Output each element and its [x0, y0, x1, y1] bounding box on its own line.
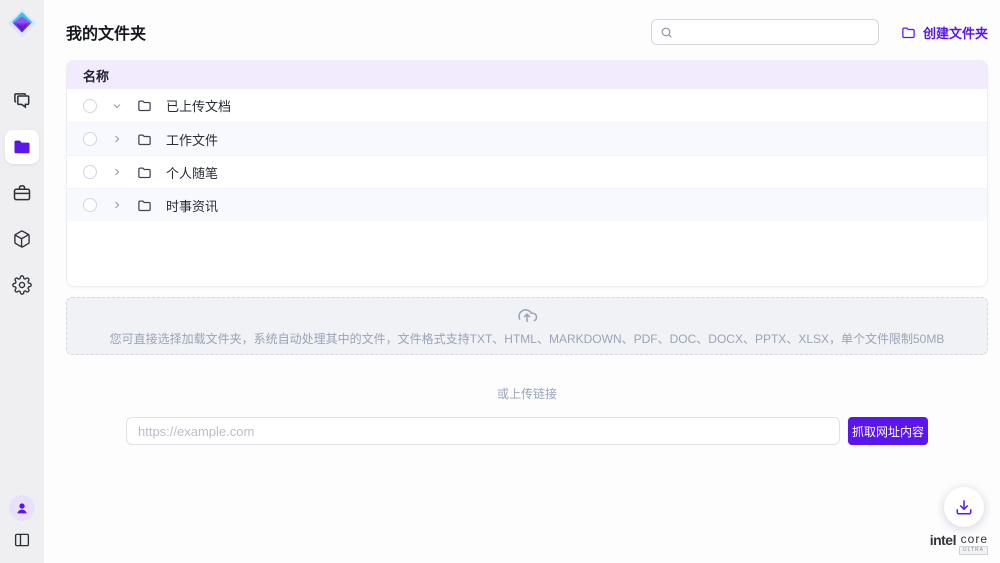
page-title: 我的文件夹: [66, 20, 146, 44]
upload-dropzone[interactable]: 您可直接选择加载文件夹，系统自动处理其中的文件，文件格式支持TXT、HTML、M…: [66, 297, 988, 355]
user-avatar[interactable]: [9, 495, 35, 521]
ultra-badge: ULTRA: [959, 546, 988, 555]
panel-toggle-icon[interactable]: [13, 531, 31, 549]
user-icon: [14, 500, 30, 516]
gear-icon: [12, 275, 32, 295]
chevron-right-icon[interactable]: [111, 166, 123, 178]
core-wordmark: core: [961, 533, 988, 545]
column-header-name: 名称: [83, 66, 109, 85]
sidebar: [0, 0, 44, 563]
folder-name: 工作文件: [166, 130, 218, 149]
cube-box-icon: [12, 229, 32, 249]
search-icon: [660, 26, 673, 39]
sidebar-item-settings[interactable]: [5, 268, 39, 302]
download-icon: [955, 498, 973, 516]
chevron-down-icon[interactable]: [111, 100, 123, 112]
folder-name: 时事资讯: [166, 196, 218, 215]
folder-icon: [137, 198, 152, 213]
sidebar-item-models[interactable]: [5, 222, 39, 256]
create-folder-label: 创建文件夹: [923, 23, 988, 42]
row-checkbox[interactable]: [83, 99, 97, 113]
table-header-row: 名称: [67, 61, 987, 89]
table-row[interactable]: 个人随笔: [67, 155, 987, 188]
row-checkbox[interactable]: [83, 132, 97, 146]
folder-icon: [137, 132, 152, 147]
folder-name: 个人随笔: [166, 163, 218, 182]
sidebar-item-toolbox[interactable]: [5, 176, 39, 210]
chevron-right-icon[interactable]: [111, 199, 123, 211]
main-content: 我的文件夹 创建文件夹 名称: [44, 0, 1000, 563]
url-fetch-row: 抓取网址内容: [126, 417, 928, 445]
folder-table: 名称 已上传文档 工作文件: [66, 60, 988, 287]
table-row[interactable]: 时事资讯: [67, 188, 987, 221]
intel-wordmark: intel: [930, 533, 956, 547]
folder-name: 已上传文档: [166, 96, 231, 115]
sidebar-item-folders[interactable]: [5, 130, 39, 164]
briefcase-icon: [12, 183, 32, 203]
row-checkbox[interactable]: [83, 198, 97, 212]
chat-bubbles-icon: [12, 91, 32, 111]
chevron-right-icon[interactable]: [111, 133, 123, 145]
intel-core-logo: intel core ULTRA: [930, 533, 988, 555]
folder-icon: [137, 98, 152, 113]
row-checkbox[interactable]: [83, 165, 97, 179]
app-logo-icon[interactable]: [7, 8, 37, 38]
create-folder-button[interactable]: 创建文件夹: [901, 23, 988, 42]
folder-filled-icon: [12, 137, 32, 157]
download-fab-button[interactable]: [944, 487, 984, 527]
cloud-upload-icon: [516, 305, 538, 327]
search-input[interactable]: [679, 25, 870, 39]
folder-icon: [137, 165, 152, 180]
table-row[interactable]: 工作文件: [67, 122, 987, 155]
or-upload-link-label: 或上传链接: [66, 385, 988, 402]
fetch-url-button[interactable]: 抓取网址内容: [848, 417, 928, 445]
folder-plus-icon: [901, 25, 916, 40]
url-input[interactable]: [126, 417, 840, 445]
upload-hint-text: 您可直接选择加载文件夹，系统自动处理其中的文件，文件格式支持TXT、HTML、M…: [110, 330, 945, 347]
table-row[interactable]: 已上传文档: [67, 89, 987, 122]
search-box[interactable]: [651, 19, 879, 45]
topbar: 我的文件夹 创建文件夹: [66, 18, 988, 46]
sidebar-item-chat[interactable]: [5, 84, 39, 118]
app-window: 我的文件夹 创建文件夹 名称: [0, 0, 1000, 563]
